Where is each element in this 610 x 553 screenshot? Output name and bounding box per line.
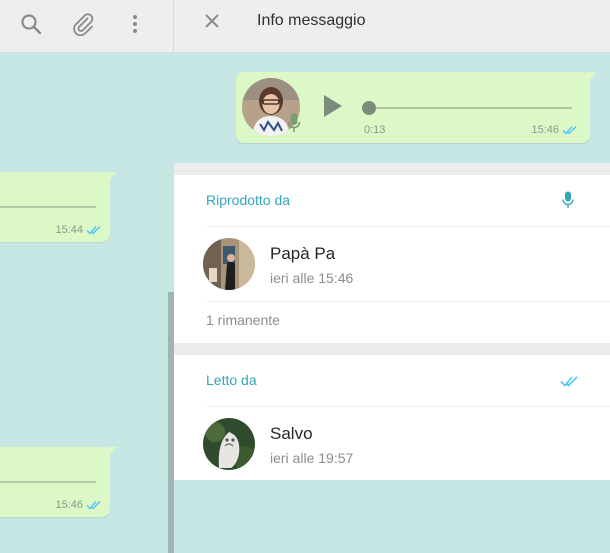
search-icon[interactable] xyxy=(18,11,44,37)
contact-row[interactable]: Salvo ieri alle 19:57 xyxy=(174,408,610,480)
chat-message-2[interactable]: 15:46 xyxy=(0,447,117,517)
section-separator xyxy=(174,163,610,175)
divider xyxy=(206,301,610,302)
section-title: Riprodotto da xyxy=(206,192,291,208)
bubble-tail xyxy=(107,172,117,182)
voice-progress-knob[interactable] xyxy=(362,101,376,115)
double-check-icon xyxy=(86,226,101,235)
voice-message-bubble: 0:13 15:46 xyxy=(236,72,597,143)
play-button[interactable] xyxy=(322,94,344,118)
message-info-pane: Info messaggio 0:13 15:46 Riprodotto da … xyxy=(174,0,610,553)
chat-message-1[interactable]: 15:44 xyxy=(0,172,117,242)
message-meta: 15:46 xyxy=(55,499,102,511)
attach-icon[interactable] xyxy=(70,11,96,37)
chat-pane: 15:44 15:46 xyxy=(0,0,174,553)
divider xyxy=(206,406,610,407)
message-meta: 15:44 xyxy=(55,224,102,236)
read-by-section: Letto da Salvo ieri alle 19:57 xyxy=(174,355,610,480)
contact-time: ieri alle 19:57 xyxy=(270,450,354,466)
section-separator xyxy=(174,343,610,355)
avatar xyxy=(203,418,255,470)
info-header: Info messaggio xyxy=(174,0,610,53)
message-meta: 15:46 xyxy=(531,124,578,136)
menu-icon[interactable] xyxy=(122,11,148,37)
message-time: 15:46 xyxy=(531,124,559,136)
contact-name: Salvo xyxy=(270,424,313,443)
contact-row[interactable]: Papà Pa ieri alle 15:46 xyxy=(174,228,610,300)
message-time: 15:46 xyxy=(55,499,83,511)
bubble-tail xyxy=(107,447,117,457)
double-check-icon xyxy=(86,501,101,510)
double-check-icon xyxy=(560,374,580,392)
mic-icon xyxy=(287,112,301,139)
audio-progress-line xyxy=(0,481,96,483)
avatar xyxy=(203,238,255,290)
contact-name: Papà Pa xyxy=(270,244,336,263)
played-by-section: Riprodotto da Papà Pa ieri alle 15:46 1 … xyxy=(174,175,610,343)
double-check-icon xyxy=(562,126,577,135)
mic-icon xyxy=(562,191,574,214)
close-icon[interactable] xyxy=(201,10,223,32)
divider xyxy=(206,226,610,227)
voice-progress-track[interactable] xyxy=(370,107,572,109)
message-time: 15:44 xyxy=(55,224,83,236)
page-title: Info messaggio xyxy=(257,12,366,29)
bubble-tail xyxy=(587,72,597,82)
remaining-count[interactable]: 1 rimanente xyxy=(206,312,280,328)
chat-header xyxy=(0,0,174,53)
section-title: Letto da xyxy=(206,372,257,388)
contact-time: ieri alle 15:46 xyxy=(270,270,354,286)
voice-duration: 0:13 xyxy=(364,124,386,136)
audio-progress-line xyxy=(0,206,96,208)
